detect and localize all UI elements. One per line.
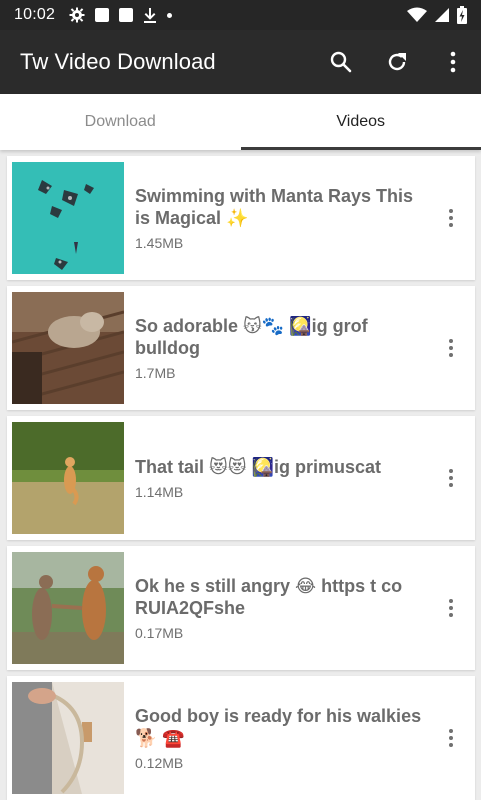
- video-size: 1.7MB: [135, 365, 176, 381]
- video-thumbnail[interactable]: [12, 292, 124, 404]
- more-vert-icon: [449, 469, 453, 473]
- video-info: Swimming with Manta Rays This is Magical…: [135, 156, 431, 280]
- video-info: Good boy is ready for his walkies 🐕 ☎️ 0…: [135, 676, 431, 800]
- video-info: So adorable 😽🐾 🎑ig grof bulldog 1.7MB: [135, 286, 431, 410]
- download-icon: [144, 8, 157, 23]
- item-more-button[interactable]: [441, 594, 461, 622]
- signal-icon: [435, 8, 449, 22]
- tab-videos[interactable]: Videos: [240, 94, 481, 150]
- video-list-item[interactable]: Swimming with Manta Rays This is Magical…: [7, 156, 475, 280]
- more-notifications-dot-icon: [167, 12, 173, 18]
- status-time: 10:02: [14, 6, 56, 23]
- video-thumbnail[interactable]: [12, 422, 124, 534]
- refresh-button[interactable]: [369, 34, 425, 90]
- video-thumbnail[interactable]: [12, 682, 124, 794]
- video-title: Swimming with Manta Rays This is Magical…: [135, 186, 414, 228]
- video-info: That tail 😻😻 🎑ig primuscat 1.14MB: [135, 416, 431, 540]
- item-more-button[interactable]: [441, 724, 461, 752]
- video-title: Good boy is ready for his walkies 🐕 ☎️: [135, 706, 422, 748]
- video-thumbnail[interactable]: [12, 552, 124, 664]
- notification-square-icon: [119, 8, 134, 22]
- settings-icon: [69, 7, 85, 23]
- more-vert-icon: [449, 209, 453, 213]
- video-list-item[interactable]: So adorable 😽🐾 🎑ig grof bulldog 1.7MB: [7, 286, 475, 410]
- more-vert-icon: [449, 729, 453, 733]
- item-more-button[interactable]: [441, 204, 461, 232]
- video-list-item[interactable]: Good boy is ready for his walkies 🐕 ☎️ 0…: [7, 676, 475, 800]
- search-button[interactable]: [313, 34, 369, 90]
- video-title: Ok he s still angry 😂 https t co RUIA2QF…: [135, 576, 403, 618]
- video-title: So adorable 😽🐾 🎑ig grof bulldog: [135, 316, 368, 358]
- wifi-icon: [407, 7, 427, 22]
- app-bar: Tw Video Download: [0, 30, 481, 94]
- status-system-icons: [407, 6, 467, 24]
- video-size: 0.17MB: [135, 625, 184, 641]
- status-bar: 10:02: [0, 0, 481, 30]
- video-size: 1.14MB: [135, 484, 184, 500]
- notification-square-icon: [95, 8, 110, 22]
- item-more-button[interactable]: [441, 464, 461, 492]
- video-info: Ok he s still angry 😂 https t co RUIA2QF…: [135, 546, 431, 670]
- video-list-item[interactable]: Ok he s still angry 😂 https t co RUIA2QF…: [7, 546, 475, 670]
- item-more-button[interactable]: [441, 334, 461, 362]
- more-vert-icon: [450, 51, 456, 73]
- overflow-menu-button[interactable]: [425, 34, 481, 90]
- app-title: Tw Video Download: [20, 49, 216, 74]
- search-icon: [330, 51, 352, 73]
- refresh-icon: [388, 53, 406, 71]
- video-size: 1.45MB: [135, 235, 184, 251]
- tab-download[interactable]: Download: [0, 94, 241, 150]
- app-bar-actions: [313, 34, 481, 90]
- tab-bar: Download Videos: [0, 94, 481, 150]
- video-thumbnail[interactable]: [12, 162, 124, 274]
- video-size: 0.12MB: [135, 755, 184, 771]
- status-notification-icons: [69, 7, 173, 23]
- video-title: That tail 😻😻 🎑ig primuscat: [135, 457, 381, 477]
- more-vert-icon: [449, 599, 453, 603]
- video-list-item[interactable]: That tail 😻😻 🎑ig primuscat 1.14MB: [7, 416, 475, 540]
- more-vert-icon: [449, 339, 453, 343]
- battery-icon: [457, 6, 467, 24]
